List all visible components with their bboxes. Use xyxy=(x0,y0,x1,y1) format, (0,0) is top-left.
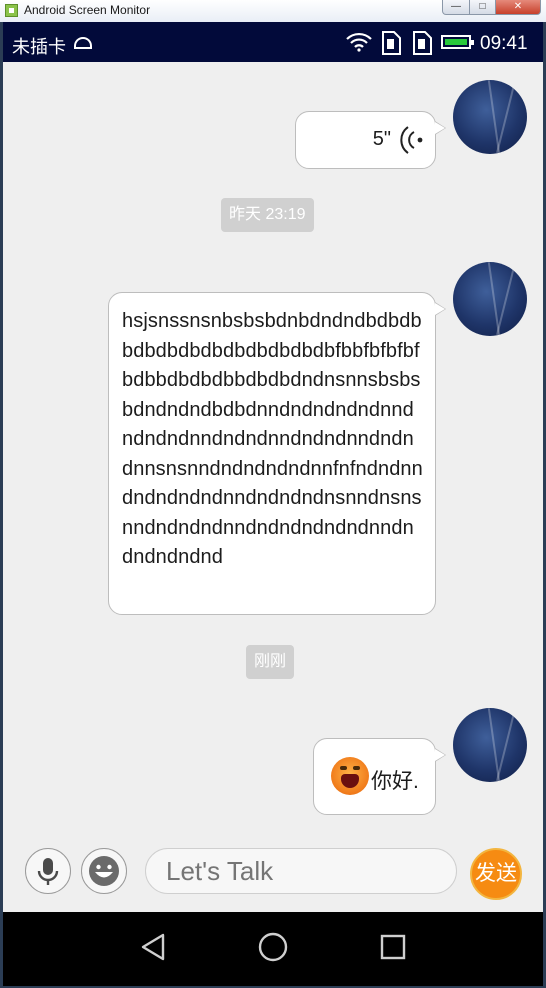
app-icon xyxy=(5,4,18,17)
avatar[interactable] xyxy=(453,262,527,336)
send-button[interactable]: 发送 xyxy=(470,848,522,900)
text-message-bubble[interactable]: hsjsnssnsnbsbsbdnbdndndbdbdbbdbdbdbdbdbd… xyxy=(108,292,446,615)
clock: 09:41 xyxy=(480,33,528,54)
wifi-icon xyxy=(346,32,372,52)
avatar[interactable] xyxy=(453,80,527,154)
sim-card-icon xyxy=(382,31,401,55)
navigation-bar xyxy=(3,912,543,986)
voice-input-button[interactable] xyxy=(25,848,71,894)
home-icon[interactable] xyxy=(253,912,293,982)
device-frame: 未插卡 09:41 5" 昨天 23:19 hsjsnssnsnbsbsbdnb… xyxy=(0,22,546,988)
recents-icon[interactable] xyxy=(373,912,413,982)
status-bar: 未插卡 09:41 xyxy=(3,22,543,62)
emoji-message-bubble[interactable]: 你好. xyxy=(313,738,446,815)
voice-message-bubble[interactable]: 5" xyxy=(295,111,446,169)
microphone-icon xyxy=(37,858,59,885)
message-input[interactable] xyxy=(145,848,457,894)
laughing-face-emoji-icon xyxy=(331,757,369,795)
android-debug-icon xyxy=(74,37,92,49)
back-icon[interactable] xyxy=(133,912,173,982)
carrier-label: 未插卡 xyxy=(12,37,66,57)
battery-icon xyxy=(441,35,474,49)
sim-card-icon xyxy=(413,31,432,55)
phone-screen: 未插卡 09:41 5" 昨天 23:19 hsjsnssnsnbsbsbdnb… xyxy=(3,22,543,986)
input-bar: 发送 xyxy=(3,832,543,912)
message-text: hsjsnssnsnbsbsbdnbdndndbdbdbbdbdbdbdbdbd… xyxy=(122,310,423,568)
timestamp-label: 昨天 23:19 xyxy=(221,198,314,232)
window-title: Android Screen Monitor xyxy=(24,3,151,17)
timestamp-label: 刚刚 xyxy=(246,645,295,679)
window-title-bar: Android Screen Monitor — □ ✕ xyxy=(0,0,546,23)
close-button[interactable]: ✕ xyxy=(495,0,541,15)
message-text: 你好. xyxy=(371,770,419,793)
voice-wave-icon xyxy=(400,126,423,154)
voice-duration: 5" xyxy=(372,128,391,150)
maximize-button[interactable]: □ xyxy=(469,0,496,15)
emoji-picker-button[interactable] xyxy=(81,848,127,894)
smiley-icon xyxy=(89,856,119,886)
avatar[interactable] xyxy=(453,708,527,782)
minimize-button[interactable]: — xyxy=(442,0,470,15)
